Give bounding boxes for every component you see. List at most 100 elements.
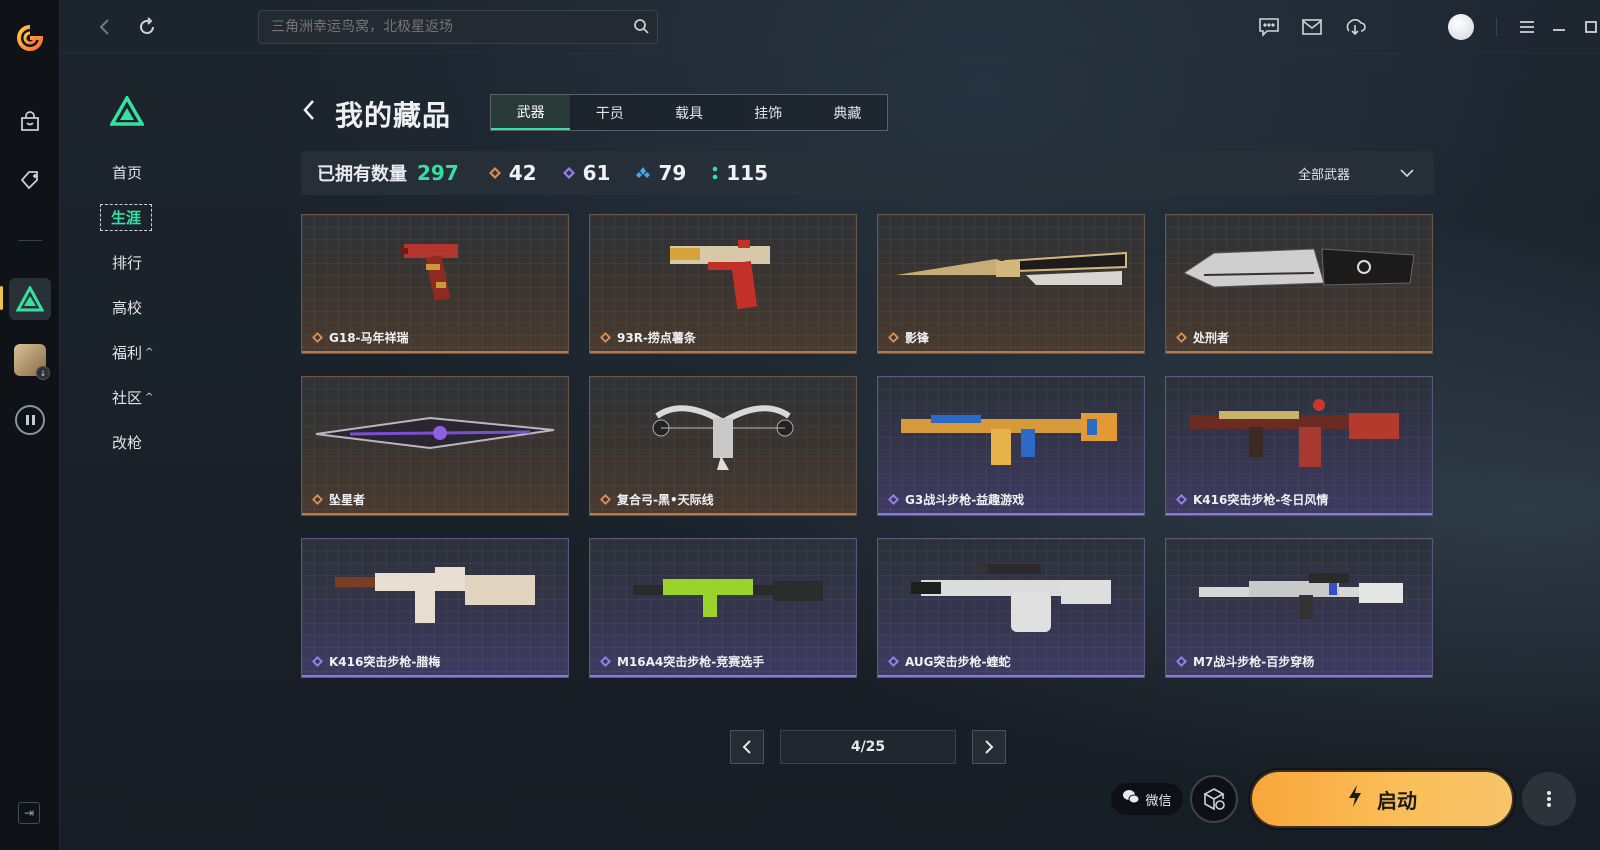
search-input[interactable] — [271, 19, 611, 35]
more-options-button[interactable] — [1522, 772, 1576, 826]
page-back-icon[interactable] — [302, 98, 316, 129]
search-bar[interactable] — [258, 10, 658, 44]
item-name: K416突击步枪-腊梅 — [312, 653, 440, 670]
purple-diamond-icon — [600, 656, 611, 667]
collection-card[interactable]: G18-马年祥瑞 — [301, 214, 569, 354]
stat-count: 79 — [658, 161, 687, 185]
collection-card[interactable]: 93R-捞点薯条 — [589, 214, 857, 354]
mail-icon[interactable] — [1299, 14, 1325, 40]
orange-diamond-icon — [312, 494, 323, 505]
stats-bar: 已拥有数量 297 42 61 79 115 全部武器 — [301, 151, 1434, 195]
pause-icon — [15, 405, 45, 435]
item-name-text: K416突击步枪-腊梅 — [329, 655, 441, 669]
orange-diamond-icon — [600, 332, 611, 343]
item-name-text: M16A4突击步枪-竞赛选手 — [617, 655, 765, 669]
subnav-item-ranking[interactable]: 排行 — [112, 240, 202, 285]
collection-card[interactable]: 处刑者 — [1165, 214, 1433, 354]
subnav-item-home[interactable]: 首页 — [112, 150, 202, 195]
tab-charms[interactable]: 挂饰 — [729, 95, 808, 130]
item-name: 复合弓-黑•天际线 — [600, 491, 714, 508]
weapon-image — [590, 539, 856, 651]
wechat-button[interactable]: 微信 — [1111, 783, 1183, 815]
orange-diamond-icon — [888, 332, 899, 343]
menu-icon[interactable] — [1514, 14, 1540, 40]
orange-diamond-icon — [600, 494, 611, 505]
cube-icon — [1203, 788, 1225, 811]
tab-vehicles[interactable]: 载具 — [649, 95, 728, 130]
item-name: 坠星者 — [312, 491, 365, 508]
top-separator — [1496, 18, 1497, 36]
weapon-image — [1166, 377, 1432, 489]
subnav-item-community[interactable]: 社区 ^ — [112, 375, 202, 420]
maximize-icon[interactable] — [1578, 14, 1600, 40]
purple-diamond-icon — [888, 494, 899, 505]
collection-card[interactable]: K416突击步枪-冬日风情 — [1165, 376, 1433, 516]
item-name-text: 93R-捞点薯条 — [617, 331, 696, 345]
subnav-item-welfare[interactable]: 福利 ^ — [112, 330, 202, 375]
stat-orange: 42 — [488, 161, 537, 185]
caret-up-icon: ^ — [145, 347, 154, 358]
pause-download-button[interactable] — [0, 398, 60, 442]
next-page-button[interactable] — [972, 730, 1006, 764]
stat-count: 42 — [508, 161, 537, 185]
pagination: 4/25 — [730, 730, 1006, 764]
chevron-right-icon — [985, 740, 994, 754]
weapon-image — [878, 215, 1144, 327]
owned-count: 297 — [417, 161, 459, 185]
tab-operators[interactable]: 干员 — [570, 95, 649, 130]
launch-label: 启动 — [1377, 788, 1417, 813]
collection-card[interactable]: K416突击步枪-腊梅 — [301, 538, 569, 678]
launch-button[interactable]: 启动 — [1250, 770, 1514, 828]
chevron-down-icon — [1400, 166, 1414, 181]
refresh-icon[interactable] — [132, 12, 162, 42]
weapon-image — [302, 539, 568, 651]
game-tool-button[interactable] — [1190, 775, 1238, 823]
collection-card[interactable]: 影锋 — [877, 214, 1145, 354]
item-name-text: G18-马年祥瑞 — [329, 331, 409, 345]
lightning-icon — [1347, 784, 1363, 814]
weapon-image — [1166, 539, 1432, 651]
weapon-image — [590, 377, 856, 489]
item-name: M7战斗步枪-百步穿杨 — [1176, 653, 1314, 670]
purple-diamond-icon — [562, 167, 575, 179]
chat-icon[interactable] — [1256, 14, 1282, 40]
item-name-text: 影锋 — [905, 331, 930, 345]
collection-card[interactable]: G3战斗步枪-益趣游戏 — [877, 376, 1145, 516]
subnav-label: 社区 — [112, 389, 143, 407]
delta-game-icon[interactable] — [0, 277, 60, 321]
item-name-text: 处刑者 — [1193, 331, 1230, 345]
prev-page-button[interactable] — [730, 730, 764, 764]
category-tabs: 武器 干员 载具 挂饰 典藏 — [490, 94, 888, 131]
sub-navigation: 首页 生涯 排行 高校 福利 ^ 社区 ^ 改枪 — [100, 150, 202, 465]
wechat-icon — [1122, 789, 1140, 809]
tab-weapons[interactable]: 武器 — [491, 95, 571, 130]
purple-diamond-icon — [312, 656, 323, 667]
item-name-text: M7战斗步枪-百步穿杨 — [1193, 655, 1315, 669]
collection-card[interactable]: 坠星者 — [301, 376, 569, 516]
app-logo-icon[interactable] — [0, 16, 60, 60]
search-icon[interactable] — [633, 18, 649, 38]
collection-card[interactable]: AUG突击步枪-蝰蛇 — [877, 538, 1145, 678]
user-avatar[interactable] — [1448, 14, 1474, 40]
back-arrow-icon[interactable] — [90, 12, 120, 42]
download-manager-icon[interactable] — [1342, 14, 1368, 40]
orange-diamond-icon — [488, 167, 501, 179]
rail-divider — [18, 240, 42, 241]
collection-card[interactable]: 复合弓-黑•天际线 — [589, 376, 857, 516]
game-avatar[interactable]: ↓ — [0, 338, 60, 382]
subnav-item-gunsmith[interactable]: 改枪 — [112, 420, 202, 465]
page-indicator: 4/25 — [780, 730, 956, 764]
tag-plus-icon[interactable] — [0, 158, 60, 202]
collection-card[interactable]: M7战斗步枪-百步穿杨 — [1165, 538, 1433, 678]
item-name: M16A4突击步枪-竞赛选手 — [600, 653, 764, 670]
subnav-item-career[interactable]: 生涯 — [100, 195, 202, 240]
page-title: 我的藏品 — [335, 99, 452, 132]
collapse-sidebar-icon[interactable]: ⇥ — [18, 802, 40, 824]
subnav-item-university[interactable]: 高校 — [112, 285, 202, 330]
store-bag-icon[interactable] — [0, 100, 60, 144]
minimize-icon[interactable] — [1546, 14, 1572, 40]
weapon-filter-dropdown[interactable]: 全部武器 — [1298, 151, 1414, 195]
purple-diamond-icon — [888, 656, 899, 667]
collection-card[interactable]: M16A4突击步枪-竞赛选手 — [589, 538, 857, 678]
tab-collection[interactable]: 典藏 — [808, 95, 887, 130]
